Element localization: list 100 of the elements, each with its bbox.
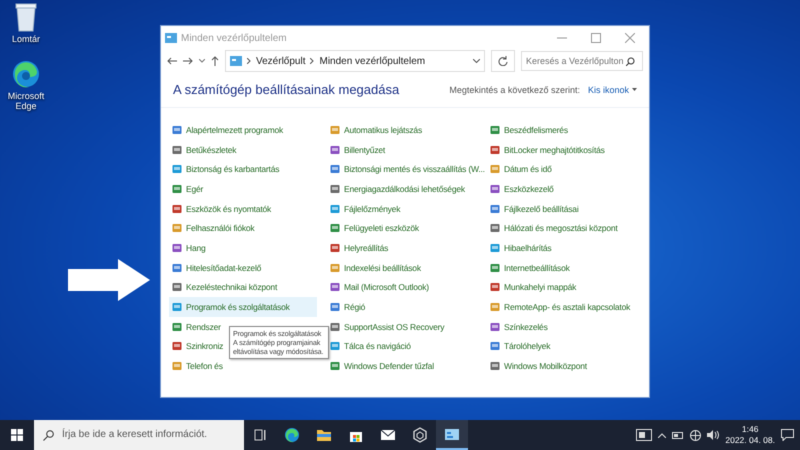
search-icon [43,430,54,441]
applet-icon [172,144,182,155]
applet-icon [490,144,500,155]
control-panel-item[interactable]: Automatikus lejátszás [327,120,426,140]
control-panel-item[interactable]: Fájlkezelő beállításai [487,198,582,218]
control-panel-item[interactable]: Biztonsági mentés és visszaállítás (W... [327,159,488,180]
clock[interactable]: 1:46 2022. 04. 08. [725,424,775,446]
applet-icon [172,164,182,174]
control-panel-item[interactable]: Biztonság és karbantartás [169,159,282,180]
breadcrumb[interactable]: Vezérlőpult [256,56,306,66]
control-panel-item[interactable]: Beszédfelismerés [487,120,571,140]
maximize-icon[interactable] [591,33,601,43]
control-panel-item[interactable]: Billentyűzet [327,140,388,160]
taskbar-app[interactable] [436,420,468,450]
control-panel-item[interactable]: Rendszer [169,316,224,337]
edge-icon [11,58,41,89]
battery-icon[interactable] [672,432,684,438]
control-panel-item[interactable]: Helyreállítás [327,238,392,258]
up-icon[interactable] [211,56,219,66]
desktop-icon-label[interactable]: Microsoft Edge [4,92,48,112]
control-panel-item[interactable]: Felhasználói fiókok [169,218,258,238]
control-panel-item[interactable]: Dátum és idő [487,159,555,180]
search-icon [626,56,635,66]
applet-icon [490,302,500,312]
close-icon[interactable] [625,33,635,43]
back-icon[interactable] [167,57,177,65]
control-panel-item[interactable]: Programok és szolgáltatások [169,297,317,317]
forward-icon[interactable] [183,57,193,65]
chevron-icon [247,58,251,64]
applet-icon [330,204,340,214]
applet-icon [172,341,182,352]
caret-icon [632,88,637,91]
control-panel-icon[interactable] [444,428,460,440]
control-panel-item[interactable]: Indexelési beállítások [327,258,424,278]
volume-icon[interactable] [707,430,720,440]
chevron-up-icon[interactable] [658,432,666,438]
control-panel-item[interactable]: Internetbeállítások [487,258,573,278]
control-panel-icon [230,56,242,66]
applet-icon [172,361,182,372]
applet-icon [490,361,500,372]
applet-icon [330,124,340,135]
applet-icon [490,184,500,194]
control-panel-item[interactable]: Szinkroniz [169,336,226,356]
control-panel-item[interactable]: Energiagazdálkodási lehetőségek [327,179,468,199]
applet-icon [172,204,182,214]
address-bar[interactable]: Vezérlőpult Minden vezérlőpultelem [225,50,485,72]
control-panel-item[interactable]: Hang [169,238,209,258]
news-icon[interactable] [636,429,652,441]
applet-icon [490,164,500,174]
view-by-label: Megtekintés a következő szerint: [449,84,580,94]
control-panel-item[interactable]: Eszközök és nyomtatók [169,198,274,218]
dropdown-caret-icon[interactable] [473,59,480,63]
breadcrumb[interactable]: Minden vezérlőpultelem [319,56,426,66]
applet-icon [172,184,182,194]
control-panel-item[interactable]: Telefon és [169,356,226,376]
applet-icon [330,164,340,174]
page-heading: A számítógép beállításainak megadása [173,82,400,97]
control-panel-item[interactable]: Tárolóhelyek [487,336,554,356]
control-panel-item[interactable]: Hitelesítőadat-kezelő [169,258,264,278]
control-panel-item[interactable]: Kezeléstechnikai központ [169,278,280,298]
applet-icon [330,144,340,155]
control-panel-item[interactable]: RemoteApp- és asztali kapcsolatok [487,297,634,317]
task-view-icon[interactable] [254,429,266,441]
control-panel-item[interactable]: Eszközkezelő [487,179,557,199]
cube-icon[interactable] [412,427,428,443]
applet-icon [330,361,340,372]
notification-icon[interactable] [781,429,794,441]
control-panel-item[interactable]: Hálózati és megosztási központ [487,218,621,238]
control-panel-item[interactable]: Felügyeleti eszközök [327,218,422,238]
refresh-button[interactable] [491,50,515,72]
control-panel-item[interactable]: Windows Mobilközpont [487,356,590,376]
applet-icon [172,302,182,312]
control-panel-item[interactable]: Windows Defender tűzfal [327,356,437,376]
search-field[interactable]: Keresés a Vezérlőpulton [521,51,643,71]
control-panel-item[interactable]: Fájlelőzmények [327,198,404,218]
mail-icon[interactable] [380,429,396,441]
taskbar-search-field[interactable]: Írja be ide a keresett információt. [34,420,244,450]
control-panel-item[interactable]: Munkahelyi mappák [487,278,580,298]
chevron-icon [310,58,314,64]
pointer-arrow-icon [66,257,152,303]
control-panel-item[interactable]: Régió [327,297,368,317]
control-panel-item[interactable]: Színkezelés [487,316,551,337]
applet-icon [172,124,182,135]
control-panel-item[interactable]: Mail (Microsoft Outlook) [327,278,432,298]
control-panel-item[interactable]: Tálca és navigáció [327,336,414,356]
start-icon[interactable] [11,429,23,441]
control-panel-item[interactable]: Alapértelmezett programok [169,120,286,140]
applet-icon [172,322,182,332]
control-panel-item[interactable]: BitLocker meghajtótitkosítás [487,140,608,160]
desktop-icon-label[interactable]: Lomtár [12,35,40,45]
control-panel-item[interactable]: Egér [169,179,206,199]
applet-icon [330,184,340,194]
folder-icon[interactable] [316,428,332,442]
history-caret-icon[interactable] [199,59,205,63]
view-by-dropdown[interactable]: Kis ikonok [588,84,637,94]
control-panel-item[interactable]: Betűkészletek [169,140,240,160]
edge-icon[interactable] [284,427,300,443]
control-panel-item[interactable]: Hibaelhárítás [487,238,554,258]
control-panel-item[interactable]: SupportAssist OS Recovery [327,316,448,337]
globe-icon[interactable] [690,430,702,440]
